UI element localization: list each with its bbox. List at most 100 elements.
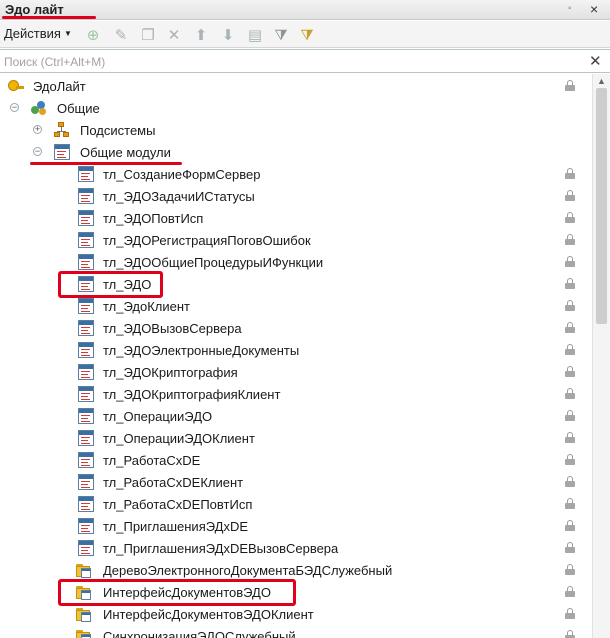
lock-icon: [565, 278, 575, 289]
vertical-scrollbar[interactable]: ▲: [592, 74, 610, 638]
module-item[interactable]: тл_РаботаСхDE: [0, 449, 592, 471]
lock-icon: [565, 520, 575, 531]
lock-icon: [565, 542, 575, 553]
pin-icon[interactable]: ◦: [568, 3, 572, 14]
module-icon: [78, 232, 94, 248]
module-item[interactable]: тл_ЭдоКлиент: [0, 295, 592, 317]
borrowed-module-item[interactable]: СинхронизацияЭДОСлужебный: [0, 625, 592, 638]
tree-node-label: ЭдоЛайт: [33, 79, 86, 94]
toolbar: Действия ▼ ⊕ ✎ ❐ ✕ ⬆ ⬇ ▤ ⧩ ⧩: [0, 21, 610, 48]
module-item[interactable]: тл_ЭДОКриптография: [0, 361, 592, 383]
sort-icon[interactable]: ▤: [245, 25, 265, 45]
module-item[interactable]: тл_ЭДОКриптографияКлиент: [0, 383, 592, 405]
module-label: тл_РаботаСхDEКлиент: [103, 475, 244, 490]
module-icon: [78, 188, 94, 204]
module-icon: [78, 408, 94, 424]
module-label: тл_ПриглашенияЭДхDE: [103, 519, 249, 534]
module-icon: [78, 298, 94, 314]
module-item[interactable]: тл_СозданиеФормСервер: [0, 163, 592, 185]
module-item[interactable]: тл_РаботаСхDEКлиент: [0, 471, 592, 493]
module-label: ДеревоЭлектронногоДокументаБЭДСлужебный: [103, 563, 393, 578]
module-icon: [78, 540, 94, 556]
module-icon: [78, 474, 94, 490]
module-item[interactable]: тл_ЭДОРегистрацияПоговОшибок: [0, 229, 592, 251]
edit-icon[interactable]: ✎: [111, 25, 131, 45]
borrowed-module-item[interactable]: ДеревоЭлектронногоДокументаБЭДСлужебный: [0, 559, 592, 581]
panel-titlebar: Эдо лайт ◦ ×: [0, 0, 610, 20]
lock-icon: [565, 212, 575, 223]
module-label: тл_ЭДОПовтИсп: [103, 211, 204, 226]
module-label: тл_СозданиеФормСервер: [103, 167, 261, 182]
key-icon: [8, 78, 24, 94]
tree-node-label: Общие: [57, 101, 100, 116]
module-icon: [78, 320, 94, 336]
module-item[interactable]: тл_ПриглашенияЭДхDE: [0, 515, 592, 537]
module-item[interactable]: тл_ЭДОЗадачиИСтатусы: [0, 185, 592, 207]
module-label: СинхронизацияЭДОСлужебный: [103, 629, 296, 638]
move-down-icon[interactable]: ⬇: [218, 25, 238, 45]
tree-node-general[interactable]: − Общие: [0, 97, 592, 119]
delete-icon[interactable]: ✕: [164, 25, 184, 45]
scrollbar-thumb[interactable]: [596, 88, 607, 324]
lock-icon: [565, 476, 575, 487]
lock-icon: [565, 564, 575, 575]
module-label: тл_ЭДОЗадачиИСтатусы: [103, 189, 255, 204]
general-icon: [31, 100, 47, 116]
module-item[interactable]: тл_ЭДОПовтИсп: [0, 207, 592, 229]
move-up-icon[interactable]: ⬆: [191, 25, 211, 45]
module-item[interactable]: тл_ОперацииЭДОКлиент: [0, 427, 592, 449]
module-icon: [78, 364, 94, 380]
panel-title: Эдо лайт: [5, 2, 64, 17]
tree-node-common-modules[interactable]: − Общие модули: [0, 141, 592, 163]
title-highlight-underline: [2, 16, 96, 19]
collapse-icon[interactable]: −: [33, 147, 42, 156]
search-input[interactable]: [2, 52, 582, 71]
borrowed-module-item[interactable]: ИнтерфейсДокументовЭДОКлиент: [0, 603, 592, 625]
module-item[interactable]: тл_ПриглашенияЭДхDEВызовСервера: [0, 537, 592, 559]
lock-icon: [565, 168, 575, 179]
tree-node-subsystems[interactable]: + Подсистемы: [0, 119, 592, 141]
module-label: тл_ЭдоКлиент: [103, 299, 190, 314]
lock-icon: [565, 608, 575, 619]
lock-icon: [565, 498, 575, 509]
scroll-up-icon[interactable]: ▲: [597, 76, 606, 86]
close-icon[interactable]: ×: [590, 1, 598, 17]
tree-node-root[interactable]: ЭдоЛайт: [0, 75, 592, 97]
copy-icon[interactable]: ❐: [138, 25, 158, 45]
subsystems-icon: [54, 122, 70, 138]
collapse-icon[interactable]: −: [10, 103, 19, 112]
module-item[interactable]: тл_ЭДООбщиеПроцедурыИФункции: [0, 251, 592, 273]
actions-menu[interactable]: Действия ▼: [4, 26, 72, 41]
module-icon: [78, 166, 94, 182]
highlight-box-interface: [58, 579, 296, 606]
lock-icon: [565, 366, 575, 377]
lock-icon: [565, 80, 575, 91]
module-item[interactable]: тл_ЭДОЭлектронныеДокументы: [0, 339, 592, 361]
add-icon[interactable]: ⊕: [83, 25, 103, 45]
borrowed-module-icon: [76, 628, 92, 638]
metadata-tree: ЭдоЛайт − Общие + Подсистемы − Общие мод…: [0, 74, 592, 638]
lock-icon: [565, 586, 575, 597]
module-icon: [78, 518, 94, 534]
module-item[interactable]: тл_ЭДОВызовСервера: [0, 317, 592, 339]
module-label: тл_ЭДООбщиеПроцедурыИФункции: [103, 255, 324, 270]
module-label: тл_ЭДОРегистрацияПоговОшибок: [103, 233, 311, 248]
module-label: тл_ОперацииЭДОКлиент: [103, 431, 255, 446]
lock-icon: [565, 322, 575, 333]
clear-search-icon[interactable]: ✕: [589, 52, 602, 70]
lock-icon: [565, 300, 575, 311]
module-item[interactable]: тл_РаботаСхDEПовтИсп: [0, 493, 592, 515]
common-modules-icon: [54, 144, 70, 160]
module-label: тл_ЭДОВызовСервера: [103, 321, 242, 336]
module-label: ИнтерфейсДокументовЭДОКлиент: [103, 607, 314, 622]
module-label: тл_ПриглашенияЭДхDEВызовСервера: [103, 541, 339, 556]
filter-icon[interactable]: ⧩: [271, 25, 291, 45]
module-label: тл_ЭДОКриптографияКлиент: [103, 387, 281, 402]
chevron-down-icon: ▼: [63, 29, 72, 38]
expand-icon[interactable]: +: [33, 125, 42, 134]
module-item[interactable]: тл_ОперацииЭДО: [0, 405, 592, 427]
filter-clear-icon[interactable]: ⧩: [297, 25, 317, 45]
lock-icon: [565, 256, 575, 267]
module-label: тл_ОперацииЭДО: [103, 409, 213, 424]
lock-icon: [565, 234, 575, 245]
